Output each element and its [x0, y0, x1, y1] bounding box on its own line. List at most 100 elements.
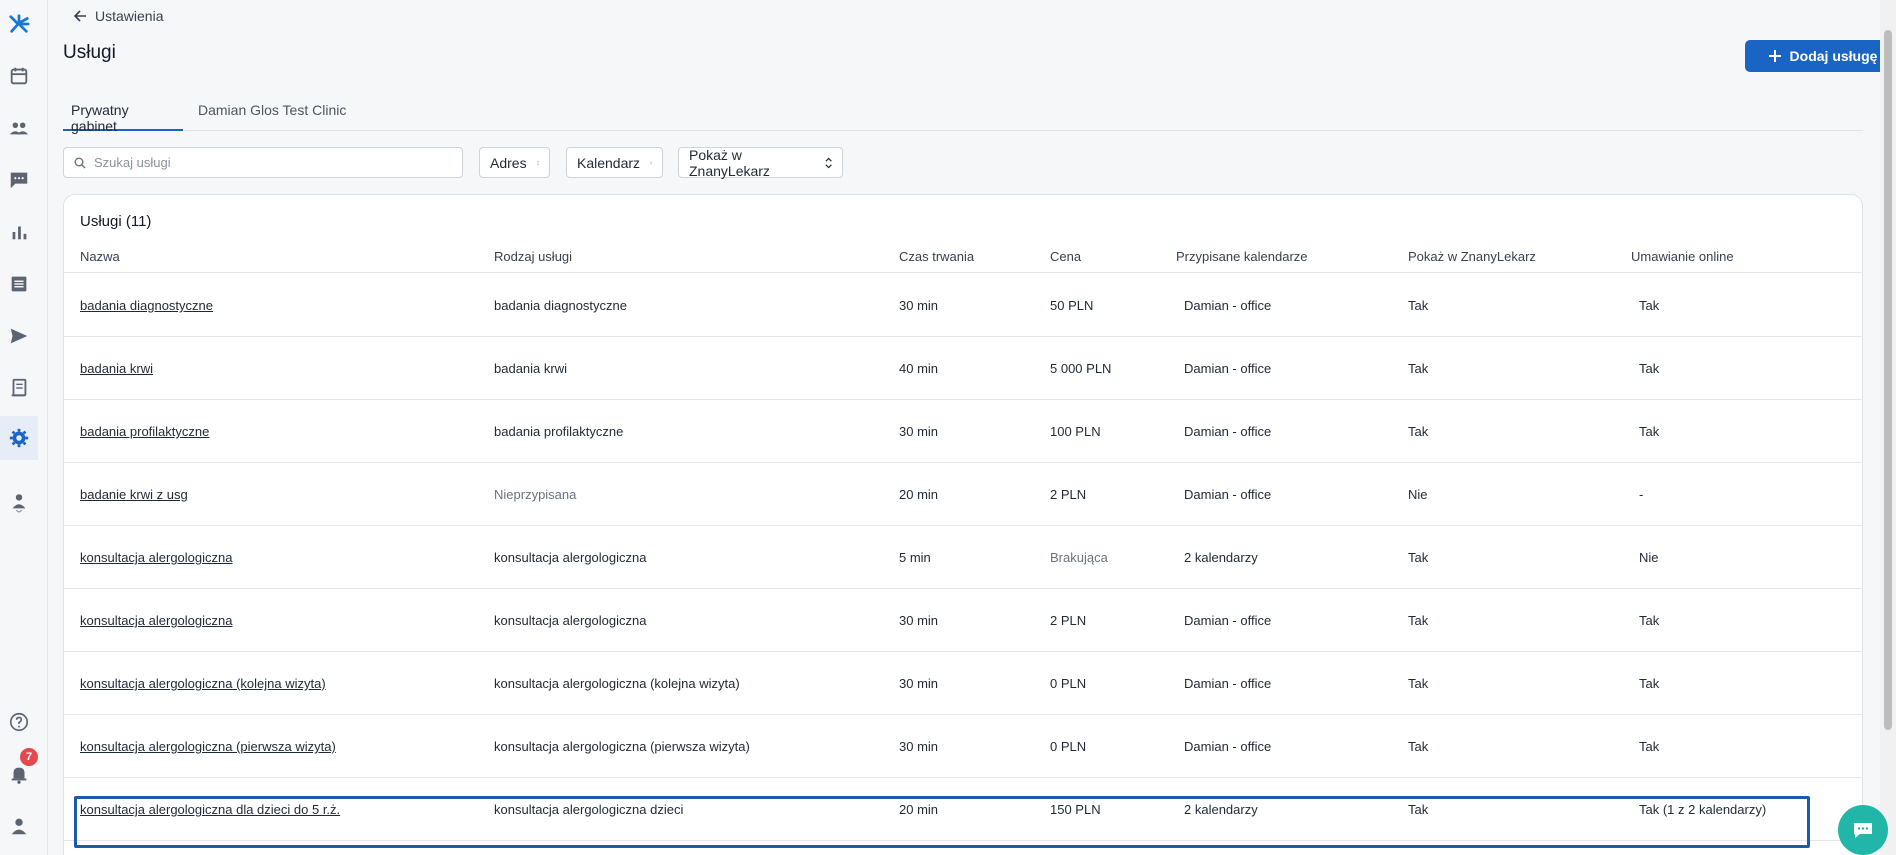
service-calendars: Damian - office: [1184, 613, 1272, 628]
help-icon[interactable]: [0, 700, 38, 744]
sort-chevrons-icon: [825, 157, 832, 168]
service-price: 100 PLN: [1050, 424, 1101, 439]
tab-clinic[interactable]: Damian Glos Test Clinic: [190, 96, 354, 131]
service-type: konsultacja alergologiczna dzieci: [494, 802, 684, 817]
service-name-link[interactable]: badania diagnostyczne: [80, 298, 213, 313]
back-link[interactable]: Ustawienia: [73, 8, 163, 24]
notification-count-badge: 7: [20, 748, 38, 766]
table-row[interactable]: konsultacja alergologiczna (kolejna wizy…: [64, 652, 1862, 715]
column-header-price: Cena: [1050, 249, 1082, 264]
service-calendars: 2 kalendarzy: [1184, 802, 1258, 817]
table-row[interactable]: konsultacja alergologiczna (pierwsza wiz…: [64, 715, 1862, 778]
services-count-title: Usługi (11): [80, 213, 152, 230]
stats-icon[interactable]: [0, 210, 38, 254]
messages-icon[interactable]: [0, 158, 38, 202]
service-show-znanylekarz: Tak: [1408, 298, 1429, 313]
column-header-type: Rodzaj usługi: [494, 249, 573, 264]
calendar-icon[interactable]: [0, 54, 38, 98]
service-online-booking: Tak: [1639, 361, 1660, 376]
services-card: Usługi (11) Nazwa Rodzaj usługi Czas trw…: [63, 194, 1863, 855]
service-duration: 20 min: [899, 487, 939, 502]
service-online-booking: Tak (1 z 2 kalendarzy): [1639, 802, 1767, 817]
patients-icon[interactable]: [0, 106, 38, 150]
add-service-button[interactable]: Dodaj usługę: [1745, 40, 1896, 72]
service-online-booking: Tak: [1639, 739, 1660, 754]
service-price: 2 PLN: [1050, 613, 1087, 628]
service-duration: 30 min: [899, 676, 939, 691]
service-name-link[interactable]: konsultacja alergologiczna: [80, 613, 232, 628]
filter-address-label: Adres: [490, 154, 527, 171]
tabs-bar: Prywatny gabinet Damian Glos Test Clinic: [63, 96, 1863, 134]
sort-chevrons-icon: [536, 160, 539, 165]
service-show-znanylekarz: Tak: [1408, 613, 1429, 628]
service-calendars: Damian - office: [1184, 487, 1272, 502]
service-duration: 40 min: [899, 361, 939, 376]
logo-icon[interactable]: [0, 2, 38, 46]
list-icon[interactable]: [0, 262, 38, 306]
page-title: Usługi: [63, 42, 116, 63]
service-show-znanylekarz: Tak: [1408, 802, 1429, 817]
column-header-duration: Czas trwania: [899, 249, 975, 264]
column-header-online: Umawianie online: [1631, 249, 1734, 264]
scrollbar-thumb[interactable]: [1884, 30, 1892, 730]
table-row[interactable]: badania profilaktyczne badania profilakty…: [64, 400, 1862, 463]
service-name-link[interactable]: konsultacja alergologiczna: [80, 550, 232, 565]
service-calendars: Damian - office: [1184, 676, 1272, 691]
service-duration: 30 min: [899, 424, 939, 439]
search-box[interactable]: [63, 147, 463, 178]
user-icon[interactable]: [0, 804, 38, 848]
table-row[interactable]: konsultacja alergologiczna dla dzieci do…: [64, 778, 1862, 841]
service-type: Nieprzypisana: [494, 487, 577, 502]
arrow-left-icon: [73, 10, 86, 22]
service-price: 150 PLN: [1050, 802, 1101, 817]
staff-icon[interactable]: [0, 480, 38, 524]
scrollbar[interactable]: [1880, 0, 1896, 855]
service-type: konsultacja alergologiczna (kolejna wizy…: [494, 676, 740, 691]
service-price: Brakująca: [1050, 550, 1108, 565]
service-type: badania krwi: [494, 361, 567, 376]
service-name-link[interactable]: badania krwi: [80, 361, 153, 376]
service-calendars: Damian - office: [1184, 298, 1272, 313]
service-show-znanylekarz: Tak: [1408, 739, 1429, 754]
service-price: 2 PLN: [1050, 487, 1087, 502]
table-row[interactable]: konsultacja alergologiczna konsultacja al…: [64, 589, 1862, 652]
search-input[interactable]: [94, 155, 434, 170]
filter-address[interactable]: Adres: [479, 147, 550, 178]
service-duration: 30 min: [899, 613, 939, 628]
service-show-znanylekarz: Tak: [1408, 361, 1429, 376]
chat-button[interactable]: [1838, 805, 1888, 855]
service-name-link[interactable]: badanie krwi z usg: [80, 487, 188, 502]
documents-icon[interactable]: [0, 366, 38, 410]
table-row[interactable]: badanie krwi z usg Nieprzypisana 20 min 2 P…: [64, 463, 1862, 526]
service-duration: 20 min: [899, 802, 939, 817]
filter-calendar-label: Kalendarz: [577, 154, 641, 171]
add-service-label: Dodaj usługę: [1789, 48, 1878, 64]
service-show-znanylekarz: Nie: [1408, 487, 1428, 502]
service-price: 0 PLN: [1050, 739, 1087, 754]
filter-show-in-znanylekarz[interactable]: Pokaż w ZnanyLekarz: [678, 146, 843, 179]
filter-calendar[interactable]: Kalendarz: [566, 147, 663, 178]
service-type: konsultacja alergologiczna: [494, 613, 647, 628]
chat-icon: [1854, 823, 1872, 838]
service-online-booking: -: [1639, 487, 1644, 502]
service-name-link[interactable]: konsultacja alergologiczna (pierwsza wiz…: [80, 739, 336, 754]
sidebar: 7: [0, 0, 48, 855]
send-icon[interactable]: [0, 314, 38, 358]
column-header-show: Pokaż w ZnanyLekarz: [1408, 249, 1536, 264]
service-name-link[interactable]: konsultacja alergologiczna dla dzieci do…: [80, 802, 340, 817]
table-row[interactable]: konsultacja alergologiczna konsultacja al…: [64, 526, 1862, 589]
service-name-link[interactable]: konsultacja alergologiczna (kolejna wizy…: [80, 676, 326, 691]
service-name-link[interactable]: badania profilaktyczne: [80, 424, 209, 439]
service-calendars: Damian - office: [1184, 361, 1272, 376]
settings-icon[interactable]: [0, 416, 38, 460]
service-show-znanylekarz: Tak: [1408, 424, 1429, 439]
table-row[interactable]: badania krwi badania krwi 40 min 5 000 PLN D…: [64, 337, 1862, 400]
service-online-booking: Tak: [1639, 298, 1660, 313]
filter-show-label: Pokaż w ZnanyLekarz: [689, 146, 770, 179]
service-calendars: 2 kalendarzy: [1184, 550, 1258, 565]
plus-icon: [1768, 50, 1781, 62]
tab-private-office[interactable]: Prywatny gabinet: [63, 96, 183, 134]
service-show-znanylekarz: Tak: [1408, 550, 1429, 565]
table-row[interactable]: badania diagnostyczne badania diagnostycz…: [64, 274, 1862, 337]
column-header-calendars: Przypisane kalendarze: [1176, 249, 1308, 264]
